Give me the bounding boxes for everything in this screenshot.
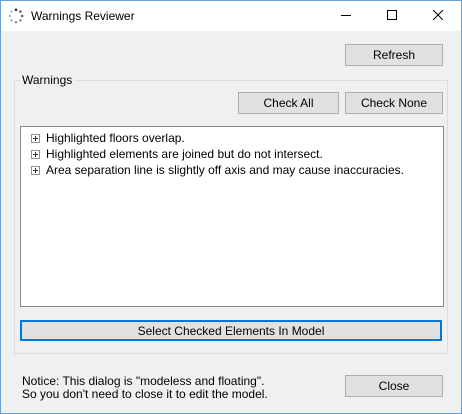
refresh-button[interactable]: Refresh (345, 44, 443, 66)
expand-plus-icon[interactable] (31, 165, 40, 175)
title-bar[interactable]: Warnings Reviewer (1, 1, 461, 31)
warnings-reviewer-window: Warnings Reviewer Refresh Warnings Check… (0, 0, 462, 414)
maximize-button[interactable] (369, 1, 415, 31)
notice-text: Notice: This dialog is "modeless and flo… (22, 375, 268, 401)
tree-item-label: Highlighted elements are joined but do n… (46, 147, 323, 161)
minimize-icon (341, 9, 351, 23)
window-title: Warnings Reviewer (31, 9, 135, 23)
close-window-button[interactable] (415, 1, 461, 31)
check-none-button[interactable]: Check None (345, 92, 443, 114)
notice-line-2: So you don't need to close it to edit th… (22, 387, 268, 401)
expand-plus-icon[interactable] (31, 149, 40, 159)
warnings-group-label: Warnings (20, 73, 75, 87)
tree-item-label: Highlighted floors overlap. (46, 131, 185, 145)
close-button[interactable]: Close (345, 375, 443, 397)
warnings-tree[interactable]: Highlighted floors overlap. Highlighted … (20, 126, 444, 307)
select-checked-elements-button[interactable]: Select Checked Elements In Model (20, 320, 442, 341)
tree-item[interactable]: Area separation line is slightly off axi… (31, 162, 404, 178)
expand-plus-icon[interactable] (31, 133, 40, 143)
check-all-button[interactable]: Check All (238, 92, 339, 114)
close-icon (432, 9, 444, 23)
minimize-button[interactable] (323, 1, 369, 31)
tree-item-label: Area separation line is slightly off axi… (46, 163, 404, 177)
spinner-icon (8, 8, 24, 24)
maximize-icon (387, 9, 397, 23)
tree-item[interactable]: Highlighted floors overlap. (31, 130, 185, 146)
tree-item[interactable]: Highlighted elements are joined but do n… (31, 146, 323, 162)
